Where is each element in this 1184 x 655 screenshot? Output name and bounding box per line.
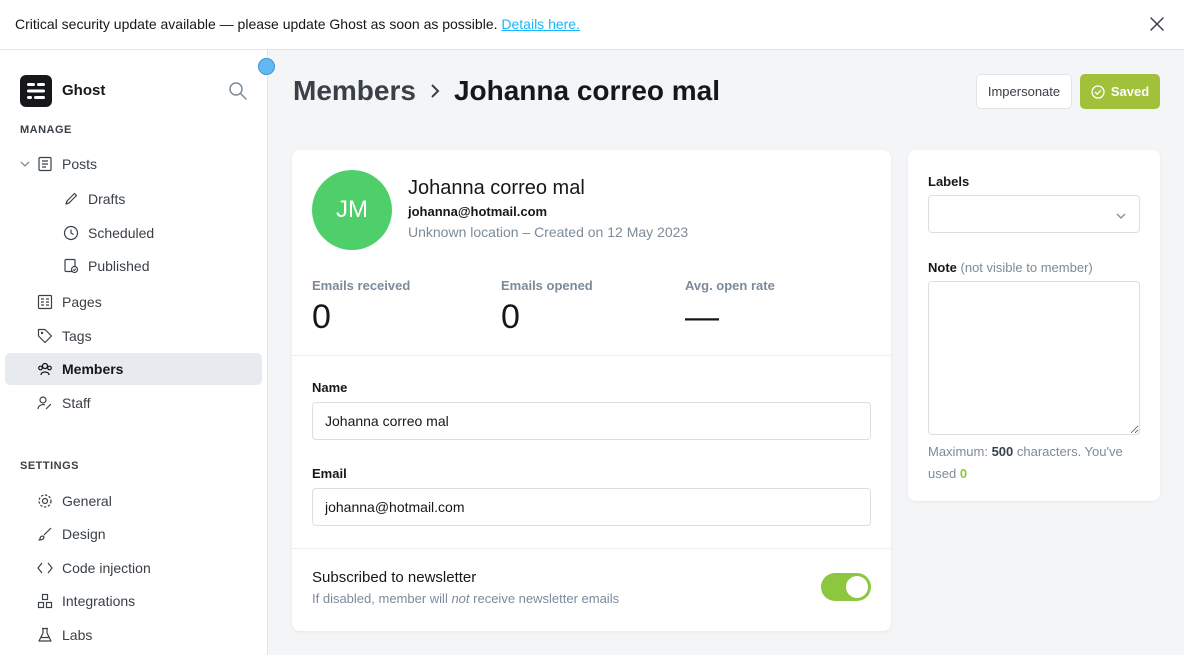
flask-icon — [36, 626, 54, 644]
note-textarea[interactable] — [928, 281, 1140, 435]
tag-icon — [36, 327, 54, 345]
staff-icon — [36, 394, 54, 412]
chevron-down-icon[interactable] — [19, 158, 31, 170]
sidebar-item-posts[interactable]: Posts — [36, 149, 97, 179]
sidebar-item-label: Pages — [62, 294, 102, 310]
member-meta: Unknown location – Created on 12 May 202… — [408, 224, 689, 240]
banner-message: Critical security update available — ple… — [15, 16, 580, 32]
sidebar-item-label: Staff — [62, 395, 91, 411]
divider — [292, 548, 891, 549]
banner-details-link[interactable]: Details here. — [501, 16, 580, 32]
brush-icon — [36, 525, 54, 543]
clock-icon — [62, 224, 80, 242]
name-field[interactable] — [312, 402, 871, 440]
published-icon — [62, 257, 80, 275]
banner-text: Critical security update available — ple… — [15, 16, 498, 32]
search-icon[interactable] — [228, 81, 248, 101]
member-name: Johanna correo mal — [408, 177, 585, 199]
sidebar-item-code-injection[interactable]: Code injection — [36, 553, 151, 583]
sidebar-item-label: Members — [62, 361, 124, 377]
sidebar: Ghost MANAGE Posts Drafts Scheduled Publ… — [0, 50, 275, 655]
manage-heading: MANAGE — [20, 124, 72, 136]
sidebar-item-label: Drafts — [88, 191, 126, 207]
save-button[interactable]: Saved — [1080, 74, 1160, 109]
sidebar-item-label: Design — [62, 526, 106, 542]
impersonate-button[interactable]: Impersonate — [976, 74, 1072, 109]
sidebar-item-scheduled[interactable]: Scheduled — [62, 218, 154, 248]
sidebar-item-published[interactable]: Published — [62, 251, 150, 281]
members-icon — [36, 360, 54, 378]
sidebar-item-members[interactable]: Members — [5, 353, 262, 385]
name-label: Name — [312, 380, 348, 395]
check-circle-icon — [1091, 84, 1105, 99]
member-details-card: JM Johanna correo mal johanna@hotmail.co… — [292, 150, 891, 631]
newsletter-title: Subscribed to newsletter — [312, 569, 477, 586]
page-title: Johanna correo mal — [453, 75, 721, 106]
sidebar-item-integrations[interactable]: Integrations — [36, 586, 135, 616]
sidebar-item-label: Code injection — [62, 560, 151, 576]
email-field[interactable] — [312, 488, 871, 526]
newsletter-toggle[interactable] — [821, 573, 871, 601]
gear-icon — [36, 492, 54, 510]
settings-heading: SETTINGS — [20, 460, 80, 472]
posts-icon — [36, 155, 54, 173]
stat-label-emails-received: Emails received — [312, 278, 411, 293]
member-email: johanna@hotmail.com — [408, 204, 548, 219]
newsletter-description: If disabled, member will not receive new… — [312, 591, 620, 606]
note-label: Note (not visible to member) — [928, 260, 1093, 275]
sidebar-item-label: Integrations — [62, 593, 136, 609]
avatar: JM — [312, 170, 392, 250]
toggle-knob — [846, 576, 868, 598]
divider — [292, 355, 891, 356]
chevron-down-icon — [1116, 213, 1126, 219]
stat-value-avg-open-rate: — — [685, 298, 719, 336]
stat-label-emails-opened: Emails opened — [501, 278, 593, 293]
sidebar-item-label: Scheduled — [88, 225, 155, 241]
note-help-text: Maximum: 500 characters. You've used 0 — [928, 444, 1123, 481]
notification-dot[interactable] — [258, 58, 275, 75]
site-title[interactable]: Ghost — [62, 82, 105, 99]
sidebar-item-staff[interactable]: Staff — [36, 388, 91, 418]
sidebar-item-label: Posts — [62, 156, 98, 172]
sidebar-item-label: Labs — [62, 627, 93, 643]
sidebar-item-label: General — [62, 493, 112, 509]
ghost-logo-icon[interactable] — [20, 75, 52, 107]
stat-value-emails-opened: 0 — [501, 298, 520, 336]
sidebar-item-pages[interactable]: Pages — [36, 287, 102, 317]
sidebar-item-tags[interactable]: Tags — [36, 321, 92, 351]
stat-label-avg-open-rate: Avg. open rate — [685, 278, 775, 293]
sidebar-item-general[interactable]: General — [36, 486, 112, 516]
sidebar-item-drafts[interactable]: Drafts — [62, 184, 125, 214]
labels-select[interactable] — [928, 195, 1140, 233]
labels-label: Labels — [928, 174, 970, 189]
sidebar-item-label: Tags — [62, 328, 92, 344]
code-icon — [36, 559, 54, 577]
save-button-label: Saved — [1110, 84, 1150, 99]
sidebar-item-design[interactable]: Design — [36, 519, 106, 549]
sidebar-item-labs[interactable]: Labs — [36, 620, 92, 650]
sidebar-item-label: Published — [88, 258, 150, 274]
email-label: Email — [312, 466, 347, 481]
security-banner: Critical security update available — ple… — [0, 0, 1184, 50]
integrations-icon — [36, 592, 54, 610]
pencil-icon — [62, 190, 80, 208]
chevron-right-icon — [431, 84, 440, 98]
labels-notes-card: Labels Note (not visible to member) Maxi… — [908, 150, 1160, 501]
breadcrumb-members-link[interactable]: Members — [293, 75, 416, 107]
stat-value-emails-received: 0 — [312, 298, 331, 336]
breadcrumb: Members Johanna correo mal — [293, 75, 720, 107]
close-icon[interactable] — [1146, 13, 1168, 35]
pages-icon — [36, 293, 54, 311]
